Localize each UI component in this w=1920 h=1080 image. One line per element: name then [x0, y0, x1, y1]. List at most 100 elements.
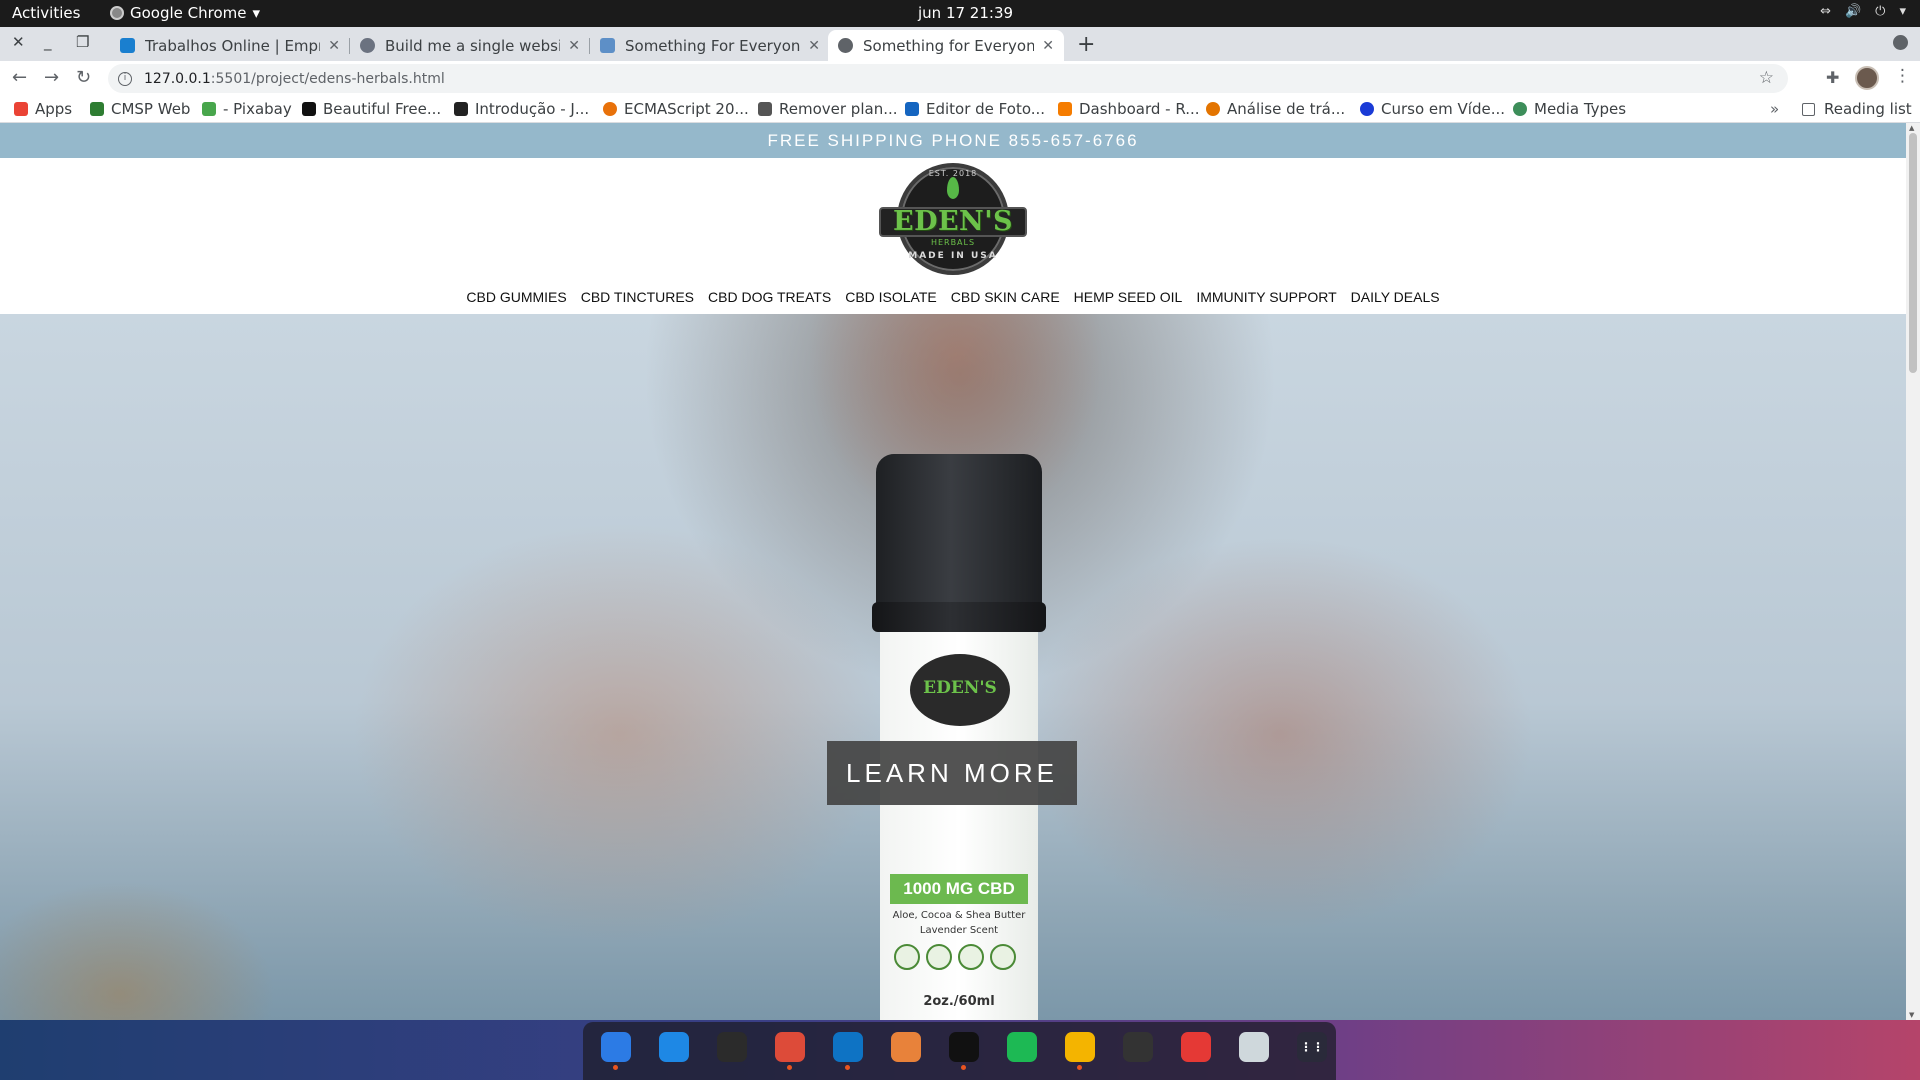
tab-build-me-website[interactable]: Build me a single website ✕ [350, 30, 590, 61]
nav-daily-deals[interactable]: DAILY DEALS [1351, 289, 1440, 305]
bookmark-beautiful-free[interactable]: Beautiful Free... [302, 100, 441, 118]
learn-more-button[interactable]: LEARN MORE [827, 741, 1077, 805]
bookmark-apps[interactable]: Apps [14, 100, 72, 118]
bookmark-curso-em-video[interactable]: Curso em Víde... [1360, 100, 1505, 118]
photo-editor-icon [905, 102, 919, 116]
bookmark-label: Editor de Foto... [926, 100, 1046, 118]
bookmark-remover-plano[interactable]: Remover plan... [758, 100, 898, 118]
bottle-size: 2oz./60ml [923, 994, 995, 1009]
more-bookmarks-icon[interactable]: » [1770, 100, 1779, 118]
caret-down-icon[interactable]: ▾ [1899, 4, 1906, 19]
tab-search-icon[interactable] [1893, 35, 1908, 50]
bookmark-label: Introdução - J... [475, 100, 590, 118]
url-host: 127.0.0.1 [144, 70, 211, 87]
network-icon[interactable]: ⇔ [1820, 4, 1831, 19]
forward-icon[interactable]: → [44, 67, 59, 88]
nav-hemp-seed-oil[interactable]: HEMP SEED OIL [1074, 289, 1183, 305]
photos-icon[interactable] [1065, 1032, 1095, 1070]
bookmark-label: Remover plan... [779, 100, 898, 118]
nav-cbd-skin-care[interactable]: CBD SKIN CARE [951, 289, 1060, 305]
app-grid-icon[interactable]: ⋮⋮ [1297, 1032, 1327, 1062]
info-icon[interactable]: i [118, 71, 132, 86]
minimize-icon[interactable]: _ [44, 33, 52, 51]
apps-grid-icon [14, 102, 28, 116]
nav-cbd-dog-treats[interactable]: CBD DOG TREATS [708, 289, 831, 305]
seal-icon [958, 944, 984, 970]
app-menu[interactable]: Google Chrome ▾ [110, 4, 260, 22]
edens-herbals-logo[interactable]: EST. 2018 EDEN'S HERBALS MADE IN USA [879, 163, 1027, 275]
reading-list-button[interactable]: Reading list [1802, 100, 1912, 118]
terminal-icon[interactable] [717, 1032, 747, 1062]
tab-strip: ✕ _ ❐ Trabalhos Online | Empre ✕ Build m… [0, 27, 1920, 61]
bookmark-analise-de-trafego[interactable]: Análise de trá... [1206, 100, 1345, 118]
bookmark-label: - Pixabay [223, 100, 292, 118]
video-course-icon [1360, 102, 1374, 116]
bookmark-label: Media Types [1534, 100, 1627, 118]
bookmark-pixabay[interactable]: - Pixabay [202, 100, 292, 118]
globe-icon [838, 38, 853, 53]
scroll-down-icon[interactable]: ▼ [1909, 1011, 1914, 1019]
bookmark-star-icon[interactable]: ☆ [1759, 68, 1774, 88]
extensions-icon[interactable]: ✚ [1826, 68, 1839, 87]
bookmark-label: Curso em Víde... [1381, 100, 1505, 118]
bookmark-ecmascript[interactable]: ECMAScript 20... [603, 100, 749, 118]
bookmark-cmsp-web[interactable]: CMSP Web [90, 100, 190, 118]
running-indicator [1077, 1065, 1082, 1070]
bottle-desc-line: Aloe, Cocoa & Shea Butter [892, 910, 1026, 921]
browser-toolbar: ← → ↻ i 127.0.0.1 :5501/project/edens-he… [0, 61, 1920, 96]
profile-avatar[interactable] [1855, 66, 1879, 90]
caret-down-icon: ▾ [252, 4, 261, 22]
phone-icon[interactable] [1123, 1032, 1153, 1062]
close-tab-icon[interactable]: ✕ [328, 38, 340, 54]
more-menu-icon[interactable]: ⋮ [1894, 66, 1911, 86]
bookmark-label: CMSP Web [111, 100, 191, 118]
activities-button[interactable]: Activities [12, 4, 80, 22]
chrome-icon [110, 6, 124, 20]
trash-icon[interactable] [1239, 1032, 1269, 1062]
close-tab-icon[interactable]: ✕ [808, 38, 820, 54]
close-tab-icon[interactable]: ✕ [568, 38, 580, 54]
system-tray[interactable]: ⇔ 🔊 ⏻ ▾ [1820, 4, 1906, 19]
power-icon[interactable]: ⏻ [1875, 4, 1885, 19]
spotify-icon[interactable] [1007, 1032, 1037, 1062]
volume-icon[interactable]: 🔊 [1845, 4, 1861, 19]
scrollbar-thumb[interactable] [1909, 133, 1917, 373]
address-bar[interactable]: i 127.0.0.1 :5501/project/edens-herbals.… [108, 64, 1788, 93]
github-icon[interactable] [949, 1032, 979, 1070]
tab-trabalhos-online[interactable]: Trabalhos Online | Empre ✕ [110, 30, 350, 61]
dock: ⋮⋮ [583, 1022, 1336, 1080]
nav-cbd-tinctures[interactable]: CBD TINCTURES [581, 289, 694, 305]
bookmark-label: Apps [35, 100, 73, 118]
seal-icon [894, 944, 920, 970]
close-window-icon[interactable]: ✕ [12, 33, 25, 51]
hero-banner: EDEN'S 1000 MG CBD Aloe, Cocoa & Shea Bu… [0, 314, 1906, 1020]
seal-icon [926, 944, 952, 970]
close-tab-icon[interactable]: ✕ [1042, 38, 1054, 54]
restore-icon[interactable]: ❐ [76, 33, 89, 51]
tab-something-for-everyone-1[interactable]: Something For Everyone ✕ [590, 30, 830, 61]
bookmark-introducao[interactable]: Introdução - J... [454, 100, 589, 118]
leaf-icon [947, 177, 959, 199]
nav-cbd-isolate[interactable]: CBD ISOLATE [845, 289, 937, 305]
bookmark-editor-de-foto[interactable]: Editor de Foto... [905, 100, 1045, 118]
vscode-icon[interactable] [833, 1032, 863, 1070]
bottle-desc-line: Lavender Scent [919, 925, 999, 936]
sublime-icon[interactable] [891, 1032, 921, 1062]
back-icon[interactable]: ← [12, 67, 27, 88]
mail-icon[interactable] [1181, 1032, 1211, 1062]
tab-something-for-everyone-active[interactable]: Something for Everyone ✕ [828, 30, 1064, 61]
logo-brand: EDEN'S [892, 206, 1014, 237]
nav-cbd-gummies[interactable]: CBD GUMMIES [466, 289, 566, 305]
finder-icon[interactable] [601, 1032, 631, 1070]
nav-immunity-support[interactable]: IMMUNITY SUPPORT [1196, 289, 1336, 305]
scroll-up-icon[interactable]: ▲ [1909, 124, 1914, 132]
bookmark-media-types[interactable]: Media Types [1513, 100, 1626, 118]
bookmark-dashboard[interactable]: Dashboard - R... [1058, 100, 1200, 118]
new-tab-button[interactable]: + [1077, 32, 1095, 57]
app-store-icon[interactable] [659, 1032, 689, 1062]
chrome-icon[interactable] [775, 1032, 805, 1070]
page-scrollbar[interactable]: ▲ ▼ [1906, 123, 1920, 1020]
bottle-seals [894, 944, 1016, 970]
clock[interactable]: jun 17 21:39 [918, 4, 1013, 22]
reload-icon[interactable]: ↻ [76, 67, 91, 88]
